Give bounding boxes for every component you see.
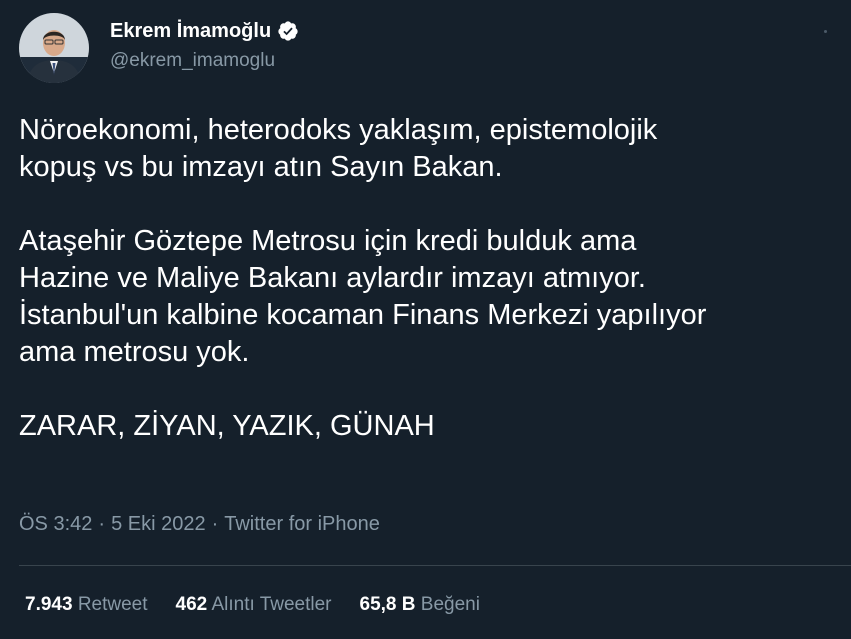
author-handle[interactable]: @ekrem_imamoglu (110, 50, 275, 72)
tweet-line: İstanbul'un kalbine kocaman Finans Merke… (19, 299, 707, 331)
more-dot (823, 29, 827, 33)
verified-badge-icon (278, 21, 298, 41)
display-name[interactable]: Ekrem İmamoğlu (110, 20, 271, 43)
tweet-source[interactable]: Twitter for iPhone (224, 513, 380, 536)
tweet-text: Nöroekonomi, heterodoks yaklaşım, episte… (19, 112, 839, 445)
tweet-stats: 7.943 Retweet 462 Alıntı Tweetler 65,8 B… (25, 594, 480, 616)
tweet-line: kopuş vs bu imzayı atın Sayın Bakan. (19, 151, 503, 183)
likes-label: Beğeni (420, 594, 480, 615)
tweet-time[interactable]: ÖS 3:42 (19, 513, 92, 536)
tweet-date[interactable]: 5 Eki 2022 (111, 513, 206, 536)
meta-separator: · (211, 513, 219, 535)
avatar[interactable] (19, 13, 89, 83)
retweets-label: Retweet (77, 594, 148, 615)
author-name-row[interactable]: Ekrem İmamoğlu (110, 18, 299, 44)
likes-count: 65,8 B (359, 594, 416, 615)
tweet-line: Hazine ve Maliye Bakanı aylardır imzayı … (19, 262, 646, 294)
retweets-stat[interactable]: 7.943 Retweet (25, 594, 148, 616)
meta-separator: · (98, 513, 106, 535)
tweet-line: Nöroekonomi, heterodoks yaklaşım, episte… (19, 114, 658, 146)
divider (19, 565, 851, 566)
quotes-stat[interactable]: 462 Alıntı Tweetler (176, 594, 332, 616)
tweet-card: Ekrem İmamoğlu @ekrem_imamoglu Nöroekono… (0, 0, 851, 639)
tweet-line: Ataşehir Göztepe Metrosu için kredi buld… (19, 225, 637, 257)
tweet-meta: ÖS 3:42 · 5 Eki 2022 · Twitter for iPhon… (19, 513, 380, 536)
retweets-count: 7.943 (25, 594, 73, 615)
quotes-count: 462 (175, 594, 208, 615)
likes-stat[interactable]: 65,8 B Beğeni (360, 594, 480, 616)
quotes-label: Alıntı Tweetler (211, 594, 332, 615)
tweet-line: ZARAR, ZİYAN, YAZIK, GÜNAH (19, 410, 435, 442)
tweet-line: ama metrosu yok. (19, 336, 250, 368)
profile-photo-icon (19, 13, 89, 83)
more-options-icon[interactable] (813, 24, 837, 38)
